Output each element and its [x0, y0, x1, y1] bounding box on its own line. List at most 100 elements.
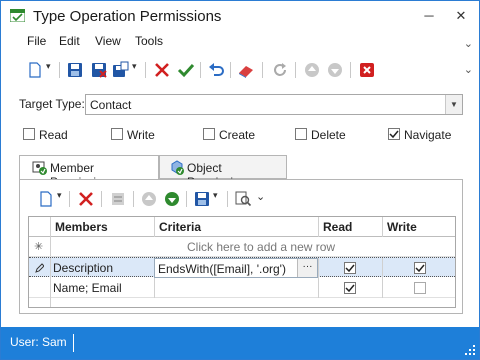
cell-criteria[interactable]	[154, 278, 318, 298]
delete-row-icon[interactable]	[76, 189, 96, 209]
save-dropdown-arrow-icon[interactable]: ▾	[132, 61, 137, 72]
tab-object-permissions[interactable]: Object Permissions	[159, 155, 287, 189]
toolbar-separator	[69, 191, 70, 207]
checkmark-icon	[345, 264, 355, 273]
cell-members-text: Name; Email	[53, 281, 122, 295]
save-and-new-icon[interactable]	[111, 60, 131, 80]
checkmark-icon	[345, 284, 355, 293]
checkmark-icon	[389, 130, 399, 139]
undo-icon[interactable]	[206, 60, 226, 80]
cell-members-text: Description	[53, 261, 114, 275]
write-cell-checkbox[interactable]	[414, 282, 426, 294]
write-checkbox[interactable]	[111, 128, 123, 140]
status-bar: User: Sam	[1, 327, 479, 359]
resize-grip-icon[interactable]	[465, 345, 475, 355]
grid-column-divider	[318, 278, 319, 298]
new-item-row[interactable]: ✳ Click here to add a new row	[29, 237, 455, 257]
read-cell-checkbox[interactable]	[344, 262, 356, 274]
delete-icon[interactable]	[152, 60, 172, 80]
menu-edit[interactable]: Edit	[59, 34, 80, 48]
navigate-checkbox-label: Navigate	[404, 128, 452, 142]
close-button[interactable]: ✕	[447, 1, 475, 31]
cell-criteria-text: EndsWith([Email], '.org')	[158, 262, 286, 276]
toolbar-overflow-chevron-icon[interactable]: ⌄	[464, 63, 473, 76]
navigate-checkbox[interactable]	[388, 128, 400, 140]
chevron-down-icon[interactable]: ▼	[445, 95, 462, 114]
column-header-members[interactable]: Members	[55, 220, 108, 234]
main-window: Type Operation Permissions ─ ✕ File Edit…	[0, 0, 480, 360]
new-document-icon[interactable]	[25, 60, 45, 80]
target-type-combo[interactable]: Contact ▼	[85, 94, 463, 115]
find-dropdown-chevron-icon[interactable]: ⌄	[256, 190, 265, 203]
toolbar-separator	[227, 191, 228, 207]
find-icon[interactable]	[233, 189, 253, 209]
previous-object-icon[interactable]	[302, 60, 322, 80]
window-title: Type Operation Permissions	[33, 8, 222, 25]
read-checkbox[interactable]	[23, 128, 35, 140]
move-up-icon[interactable]	[139, 189, 159, 209]
new-row-dropdown-arrow-icon[interactable]: ▾	[57, 190, 62, 201]
checkmark-icon	[415, 264, 425, 273]
write-checkbox-label: Write	[127, 128, 155, 142]
new-row-asterisk-icon: ✳	[34, 241, 44, 253]
reset-view-icon[interactable]	[236, 60, 256, 80]
table-row[interactable]: Name; Email	[29, 278, 455, 298]
toolbar-separator	[230, 62, 231, 78]
new-row-icon[interactable]	[36, 189, 56, 209]
grid-column-divider	[382, 217, 383, 237]
cell-members[interactable]: Description	[50, 258, 154, 278]
new-row-prompt[interactable]: Click here to add a new row	[187, 240, 335, 254]
next-object-icon[interactable]	[325, 60, 345, 80]
title-bar: Type Operation Permissions ─ ✕	[1, 1, 479, 32]
write-cell-checkbox[interactable]	[414, 262, 426, 274]
grid-toolbar: ▾ ▾ ⌄	[28, 188, 448, 210]
column-header-criteria[interactable]: Criteria	[159, 220, 201, 234]
refresh-icon[interactable]	[270, 60, 290, 80]
permissions-grid: Members Criteria Read Write ✳ Click here…	[28, 216, 456, 308]
toolbar-separator	[186, 191, 187, 207]
grid-column-divider	[382, 278, 383, 298]
create-checkbox[interactable]	[203, 128, 215, 140]
toolbar-separator	[59, 62, 60, 78]
menu-overflow-chevron-icon[interactable]: ⌄	[464, 37, 473, 50]
tab-member-permissions[interactable]: Member Permissions	[19, 155, 159, 189]
read-cell-checkbox[interactable]	[344, 282, 356, 294]
menu-file[interactable]: File	[27, 34, 46, 48]
grid-column-divider	[154, 217, 155, 237]
grid-column-divider	[382, 258, 383, 278]
minimize-button[interactable]: ─	[415, 1, 443, 31]
member-permissions-icon	[32, 161, 47, 175]
toolbar-separator	[262, 62, 263, 78]
read-checkbox-label: Read	[39, 128, 68, 142]
move-down-icon[interactable]	[162, 189, 182, 209]
menu-tools[interactable]: Tools	[135, 34, 163, 48]
status-user: User: Sam	[10, 335, 67, 349]
toolbar-separator	[101, 191, 102, 207]
cell-criteria-editor[interactable]: EndsWith([Email], '.org') ···	[154, 258, 318, 278]
toolbar-separator	[200, 62, 201, 78]
status-separator	[73, 334, 74, 352]
close-view-icon[interactable]	[357, 60, 377, 80]
grid-header-row: Members Criteria Read Write	[29, 217, 455, 237]
delete-checkbox[interactable]	[295, 128, 307, 140]
table-row[interactable]: Description EndsWith([Email], '.org') ··…	[29, 257, 455, 278]
cell-members[interactable]: Name; Email	[50, 278, 154, 298]
target-type-label: Target Type:	[19, 97, 85, 111]
link-icon[interactable]	[108, 189, 128, 209]
save-and-close-icon[interactable]	[89, 60, 109, 80]
member-permissions-panel: ▾ ▾ ⌄ Members Criteria Read Write ✳ Clic…	[19, 179, 463, 314]
menu-view[interactable]: View	[95, 34, 121, 48]
column-header-write[interactable]: Write	[387, 220, 417, 234]
create-checkbox-label: Create	[219, 128, 256, 142]
grid-column-divider	[318, 217, 319, 237]
save-icon[interactable]	[65, 60, 85, 80]
export-icon[interactable]	[192, 189, 212, 209]
export-dropdown-arrow-icon[interactable]: ▾	[213, 190, 218, 201]
toolbar-separator	[145, 62, 146, 78]
column-header-read[interactable]: Read	[323, 220, 352, 234]
target-type-value: Contact	[90, 98, 132, 112]
app-icon	[10, 9, 25, 22]
new-dropdown-arrow-icon[interactable]: ▾	[46, 61, 51, 72]
criteria-ellipsis-button[interactable]: ···	[297, 259, 317, 277]
validate-check-icon[interactable]	[176, 60, 196, 80]
